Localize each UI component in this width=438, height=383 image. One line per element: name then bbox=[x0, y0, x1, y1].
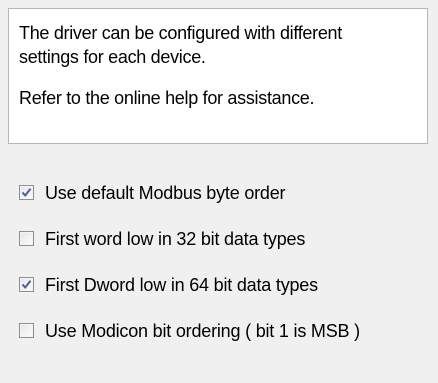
checkbox-first-word-low-32bit[interactable] bbox=[19, 231, 34, 246]
info-text-line-1: The driver can be configured with differ… bbox=[19, 23, 342, 43]
checkbox-default-modbus-byte-order[interactable] bbox=[19, 185, 34, 200]
option-first-dword-low-64bit[interactable]: First Dword low in 64 bit data types bbox=[19, 267, 429, 313]
info-text-line-3: Refer to the online help for assistance. bbox=[19, 88, 315, 108]
option-default-modbus-byte-order[interactable]: Use default Modbus byte order bbox=[19, 175, 429, 221]
byte-order-options: Use default Modbus byte order First word… bbox=[19, 175, 429, 359]
info-panel: The driver can be configured with differ… bbox=[8, 8, 428, 144]
checkbox-label: First word low in 32 bit data types bbox=[45, 229, 306, 249]
checkmark-icon bbox=[21, 188, 32, 198]
option-first-word-low-32bit[interactable]: First word low in 32 bit data types bbox=[19, 221, 429, 267]
checkbox-label: Use Modicon bit ordering ( bit 1 is MSB … bbox=[45, 321, 360, 341]
checkbox-first-dword-low-64bit[interactable] bbox=[19, 277, 34, 292]
checkbox-label: First Dword low in 64 bit data types bbox=[45, 275, 318, 295]
checkbox-label: Use default Modbus byte order bbox=[45, 183, 286, 203]
checkbox-modicon-bit-ordering[interactable] bbox=[19, 323, 34, 338]
checkmark-icon bbox=[21, 280, 32, 290]
option-modicon-bit-ordering[interactable]: Use Modicon bit ordering ( bit 1 is MSB … bbox=[19, 313, 429, 359]
info-text-line-2: settings for each device. bbox=[19, 47, 206, 67]
